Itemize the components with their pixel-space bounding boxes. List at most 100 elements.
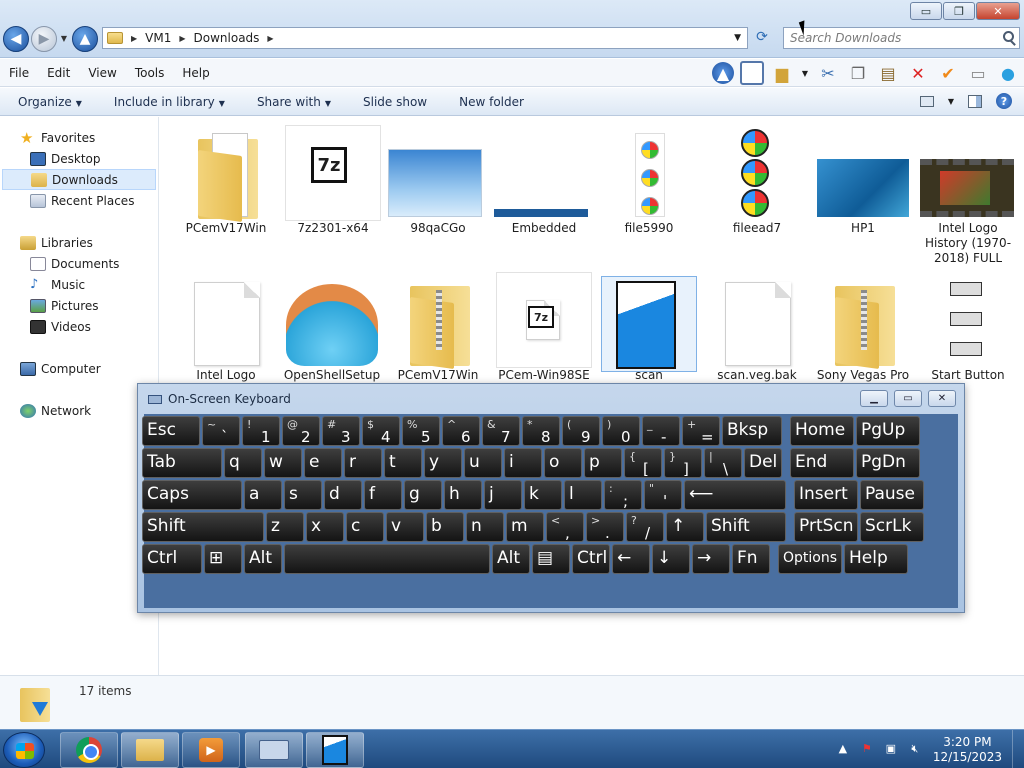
- menu-tools[interactable]: Tools: [126, 66, 174, 80]
- key-row5-12-help[interactable]: Help: [844, 544, 908, 574]
- breadcrumb-vm1[interactable]: VM1: [145, 31, 171, 45]
- key-row2-7-u[interactable]: u: [464, 448, 502, 478]
- properties-icon[interactable]: ▭: [966, 61, 990, 85]
- key-row3-9-l[interactable]: l: [564, 480, 602, 510]
- slide-show-button[interactable]: Slide show: [345, 95, 441, 109]
- key-row2-4-r[interactable]: r: [344, 448, 382, 478]
- key-row2-13-k13[interactable]: | \: [704, 448, 742, 478]
- folders-icon[interactable]: ▆: [770, 61, 794, 85]
- file-item-scan[interactable]: scan: [597, 272, 701, 383]
- key-row1-15-home[interactable]: Home: [790, 416, 854, 446]
- key-row3-0-caps[interactable]: Caps: [142, 480, 242, 510]
- key-row4-2-x[interactable]: x: [306, 512, 344, 542]
- key-row4-8-k8[interactable]: <,: [546, 512, 584, 542]
- key-row4-4-v[interactable]: v: [386, 512, 424, 542]
- key-row2-0-tab[interactable]: Tab: [142, 448, 222, 478]
- file-item-openshellsetup[interactable]: OpenShellSetup: [280, 272, 384, 383]
- nav-downloads[interactable]: Downloads: [2, 169, 156, 190]
- back-button[interactable]: ◀: [3, 26, 29, 52]
- key-row1-16-pgup[interactable]: PgUp: [856, 416, 920, 446]
- key-row5-10-fn[interactable]: Fn: [732, 544, 770, 574]
- key-row5-2-alt[interactable]: Alt: [244, 544, 282, 574]
- key-row3-5-g[interactable]: g: [404, 480, 442, 510]
- address-dropdown-icon[interactable]: ▼: [734, 33, 741, 43]
- key-row2-2-w[interactable]: w: [264, 448, 302, 478]
- delete-icon[interactable]: ✕: [906, 61, 930, 85]
- key-row4-3-c[interactable]: c: [346, 512, 384, 542]
- breadcrumb-downloads[interactable]: Downloads: [194, 31, 260, 45]
- key-row2-12-k12[interactable]: }]: [664, 448, 702, 478]
- paste-icon[interactable]: ▤: [876, 61, 900, 85]
- nav-pictures[interactable]: Pictures: [0, 295, 158, 316]
- address-bar[interactable]: ▶ VM1 ▶ Downloads ▶ ▼: [102, 27, 748, 49]
- show-hidden-icons[interactable]: ▲: [835, 742, 851, 758]
- key-row3-7-j[interactable]: j: [484, 480, 522, 510]
- file-item-fileead7[interactable]: fileead7: [705, 125, 809, 236]
- file-item-pcemv17win-zip[interactable]: PCemV17Win: [386, 272, 490, 383]
- key-row4-10-k10[interactable]: ? /: [626, 512, 664, 542]
- dropdown-icon[interactable]: ▼: [800, 61, 810, 85]
- copy-icon[interactable]: ❐: [846, 61, 870, 85]
- search-icon[interactable]: [1003, 31, 1014, 42]
- taskbar-vegas[interactable]: [306, 732, 364, 768]
- close-button[interactable]: ✕: [976, 2, 1020, 20]
- nav-videos[interactable]: Videos: [0, 316, 158, 337]
- menu-help[interactable]: Help: [173, 66, 218, 80]
- osk-maximize-button[interactable]: ▭: [894, 390, 922, 407]
- key-row5-3-space[interactable]: [284, 544, 490, 574]
- recent-pages-dropdown[interactable]: ▼: [59, 32, 69, 44]
- file-item-7z2301-x64[interactable]: 7z 7z2301-x64: [281, 125, 385, 236]
- clock[interactable]: 3:20 PM 12/15/2023: [933, 735, 1002, 765]
- menu-view[interactable]: View: [79, 66, 125, 80]
- key-row3-2-s[interactable]: s: [284, 480, 322, 510]
- key-row5-4-alt[interactable]: Alt: [492, 544, 530, 574]
- key-row1-6-5[interactable]: % 5: [402, 416, 440, 446]
- nav-libraries[interactable]: Libraries: [0, 232, 158, 253]
- forward-button[interactable]: ▶: [31, 26, 57, 52]
- key-row3-8-k[interactable]: k: [524, 480, 562, 510]
- key-row3-3-d[interactable]: d: [324, 480, 362, 510]
- organize-button[interactable]: Organize ▼: [0, 95, 96, 109]
- key-row3-11-k11[interactable]: " ': [644, 480, 682, 510]
- file-item-sony-vegas-pro[interactable]: Sony Vegas Pro: [811, 272, 915, 383]
- network-icon[interactable]: ▣: [883, 742, 899, 758]
- menu-file[interactable]: File: [0, 66, 38, 80]
- file-item-pcemv17win-folder[interactable]: PCemV17Win: [174, 125, 278, 236]
- key-row2-10-p[interactable]: p: [584, 448, 622, 478]
- new-folder-button[interactable]: New folder: [441, 95, 538, 109]
- key-row1-11-0[interactable]: ) 0: [602, 416, 640, 446]
- key-row1-10-9[interactable]: (9: [562, 416, 600, 446]
- key-row2-11-k11[interactable]: {[: [624, 448, 662, 478]
- file-item-file5990[interactable]: file5990: [597, 125, 701, 236]
- osk-minimize-button[interactable]: ▁: [860, 390, 888, 407]
- nav-documents[interactable]: Documents: [0, 253, 158, 274]
- osk-close-button[interactable]: ✕: [928, 390, 956, 407]
- include-in-library-button[interactable]: Include in library ▼: [96, 95, 239, 109]
- file-item-start-button[interactable]: Start Button: [916, 272, 1020, 383]
- cut-icon[interactable]: ✂: [816, 61, 840, 85]
- nav-favorites[interactable]: ★ Favorites: [0, 127, 158, 148]
- checkmark-icon[interactable]: ✔: [936, 61, 960, 85]
- key-row4-12-shift[interactable]: Shift: [706, 512, 786, 542]
- key-row4-13-prtscn[interactable]: PrtScn: [794, 512, 858, 542]
- start-button[interactable]: [3, 732, 45, 768]
- key-row1-8-7[interactable]: & 7: [482, 416, 520, 446]
- key-row5-5-k5[interactable]: ▤: [532, 544, 570, 574]
- key-row5-8-k8[interactable]: ↓: [652, 544, 690, 574]
- search-input[interactable]: Search Downloads: [783, 27, 1020, 49]
- key-row2-16-pgdn[interactable]: PgDn: [856, 448, 920, 478]
- key-row2-14-del[interactable]: Del: [744, 448, 782, 478]
- key-row4-7-m[interactable]: m: [506, 512, 544, 542]
- refresh-button[interactable]: ⟳: [752, 29, 772, 47]
- taskbar-explorer[interactable]: [121, 732, 179, 768]
- file-item-98qacgo[interactable]: 98qaCGo: [386, 125, 490, 236]
- key-row3-10-k10[interactable]: :;: [604, 480, 642, 510]
- key-row2-1-q[interactable]: q: [224, 448, 262, 478]
- key-row4-1-z[interactable]: z: [266, 512, 304, 542]
- file-item-scan-veg-bak[interactable]: scan.veg.bak: [705, 272, 809, 383]
- up-button[interactable]: ▲: [72, 26, 98, 52]
- key-row2-8-i[interactable]: i: [504, 448, 542, 478]
- globe-icon[interactable]: ●: [996, 61, 1020, 85]
- taskbar-media-player[interactable]: ▶: [182, 732, 240, 768]
- key-row1-5-4[interactable]: $4: [362, 416, 400, 446]
